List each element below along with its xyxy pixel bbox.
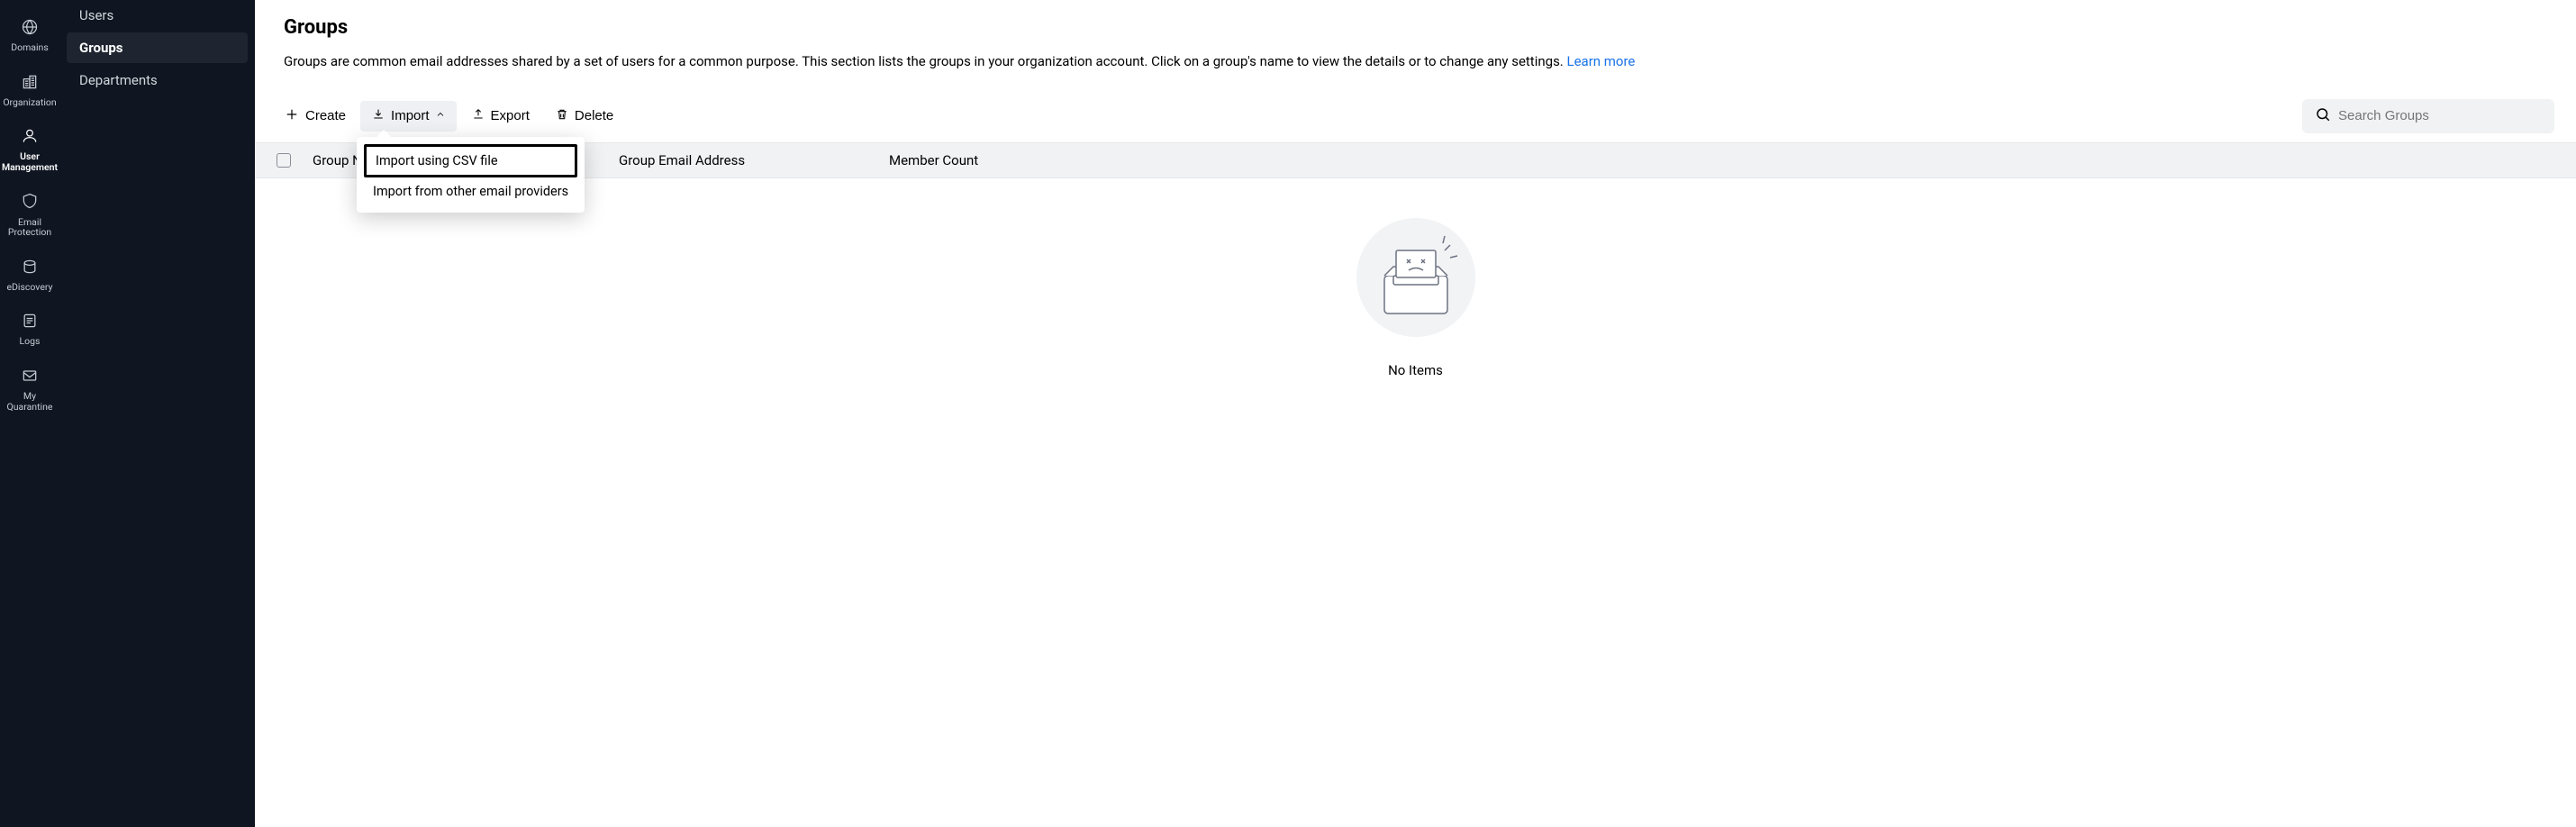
rail-item-user-management[interactable]: User Management: [0, 125, 59, 174]
rail-label: eDiscovery: [6, 282, 52, 293]
page-description-text: Groups are common email addresses shared…: [284, 53, 1567, 69]
import-other-option[interactable]: Import from other email providers: [364, 177, 577, 205]
empty-state-text: No Items: [1388, 362, 1443, 378]
col-group-email[interactable]: Group Email Address: [619, 152, 889, 168]
shield-icon: [21, 192, 39, 213]
trash-icon: [555, 107, 569, 125]
import-icon: [371, 107, 385, 125]
sidebar-item-users[interactable]: Users: [67, 0, 248, 31]
export-button[interactable]: Export: [460, 101, 540, 132]
search-icon: [2315, 106, 2331, 126]
import-label: Import: [391, 108, 430, 123]
plus-icon: [284, 106, 300, 126]
select-all-cell[interactable]: [277, 153, 313, 168]
search-box[interactable]: [2302, 99, 2554, 133]
rail-item-organization[interactable]: Organization: [0, 71, 59, 110]
logs-icon: [21, 312, 39, 332]
empty-drawer-icon: [1353, 214, 1479, 344]
create-button[interactable]: Create: [273, 100, 357, 132]
rail-item-my-quarantine[interactable]: My Quarantine: [0, 365, 59, 414]
rail-label: Logs: [20, 336, 41, 347]
search-input[interactable]: [2338, 108, 2542, 123]
toolbar: Create Import Export Delete: [255, 90, 2576, 142]
learn-more-link[interactable]: Learn more: [1567, 53, 1636, 69]
export-icon: [471, 107, 485, 125]
delete-button[interactable]: Delete: [544, 101, 624, 132]
user-icon: [21, 127, 39, 148]
rail-item-domains[interactable]: Domains: [0, 16, 59, 55]
rail-label: Email Protection: [8, 217, 51, 238]
main-content: Groups Groups are common email addresses…: [255, 0, 2576, 827]
delete-label: Delete: [575, 108, 613, 123]
import-csv-option[interactable]: Import using CSV file: [364, 144, 577, 177]
organization-icon: [21, 73, 39, 94]
sidebar-item-groups[interactable]: Groups: [67, 32, 248, 63]
main-nav-rail: Domains Organization User Management Ema…: [0, 0, 59, 827]
col-member-count[interactable]: Member Count: [889, 152, 2554, 168]
import-dropdown: Import using CSV file Import from other …: [357, 137, 585, 213]
sidebar-item-departments[interactable]: Departments: [67, 65, 248, 95]
checkbox-icon: [277, 153, 291, 168]
quarantine-icon: [21, 367, 39, 387]
chevron-up-icon: [435, 108, 446, 123]
rail-item-logs[interactable]: Logs: [0, 310, 59, 349]
globe-icon: [21, 18, 39, 39]
rail-label: User Management: [2, 151, 58, 172]
export-label: Export: [491, 108, 530, 123]
page-title: Groups: [284, 16, 2547, 39]
table-header-row: Group Name Group Email Address Member Co…: [255, 142, 2576, 178]
import-button[interactable]: Import: [360, 101, 457, 132]
create-label: Create: [305, 108, 346, 123]
sub-sidebar: Users Groups Departments: [59, 0, 255, 827]
rail-label: My Quarantine: [7, 391, 53, 412]
page-description: Groups are common email addresses shared…: [284, 51, 2547, 72]
rail-item-ediscovery[interactable]: eDiscovery: [0, 256, 59, 295]
ediscovery-icon: [21, 258, 39, 278]
rail-label: Organization: [3, 97, 56, 108]
page-header: Groups Groups are common email addresses…: [255, 0, 2576, 90]
rail-label: Domains: [11, 42, 49, 53]
empty-state: No Items: [255, 178, 2576, 827]
rail-item-email-protection[interactable]: Email Protection: [0, 190, 59, 239]
